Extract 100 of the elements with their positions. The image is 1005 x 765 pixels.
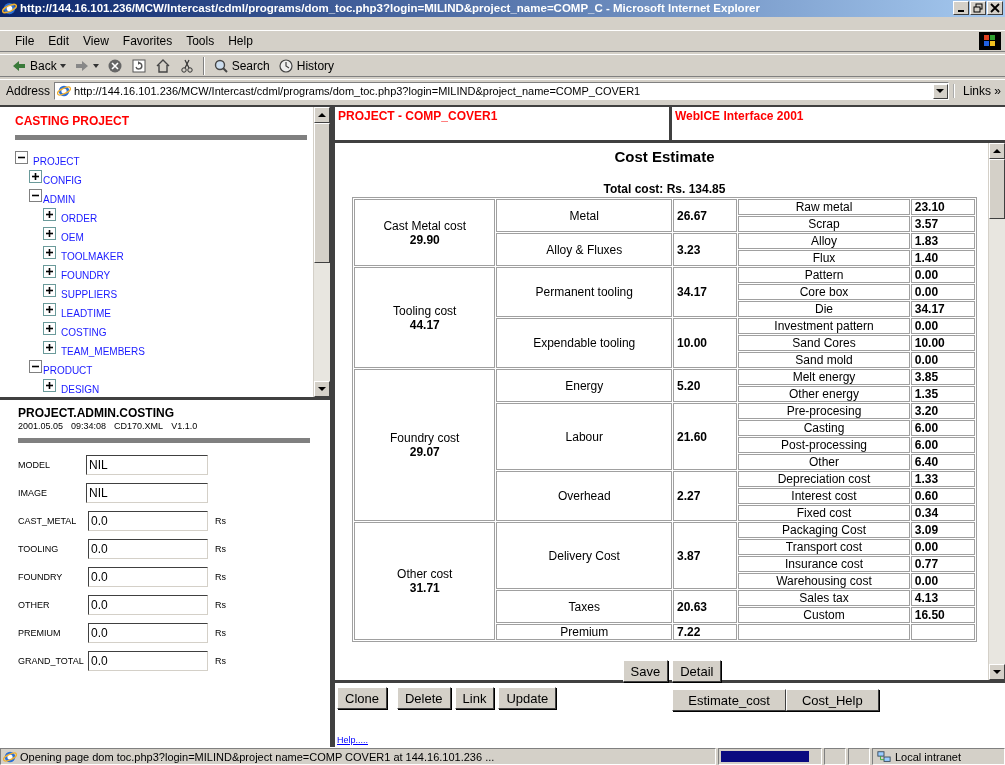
table-cell: 3.85: [910, 369, 975, 386]
tree-item[interactable]: SUPPLIERS: [61, 289, 118, 301]
table-cell: 0.00: [910, 352, 975, 369]
tree-item[interactable]: TEAM_MEMBERS: [61, 346, 145, 358]
action-button[interactable]: Update: [498, 687, 557, 710]
tree-item[interactable]: PROJECT: [33, 156, 80, 168]
table-cell: 10.00: [673, 318, 738, 369]
links-button[interactable]: Links »: [952, 84, 1005, 99]
table-cell: 0.00: [910, 318, 975, 335]
action-button[interactable]: Cost_Help: [786, 689, 879, 712]
table-cell: 3.23: [673, 233, 738, 267]
page-title: Cost Estimate: [613, 148, 716, 166]
input-field[interactable]: 0.0: [88, 651, 208, 672]
table-cell: Depreciation cost: [738, 471, 910, 488]
unit-label: Rs: [215, 600, 226, 611]
input-field[interactable]: 0.0: [88, 567, 208, 588]
table-cell: 0.77: [910, 556, 975, 573]
table-cell: 3.20: [910, 403, 975, 420]
table-cell: 6.40: [910, 454, 975, 471]
table-cell: 6.00: [910, 420, 975, 437]
unit-label: Rs: [215, 628, 226, 639]
table-cell: Overhead: [496, 471, 672, 522]
table-cell: 3.09: [910, 522, 975, 539]
app-title: WebICE Interface 2001: [675, 109, 804, 124]
menu-item[interactable]: Help: [221, 31, 260, 50]
group-name: Cast Metal cost: [382, 218, 468, 233]
meta-text: 09:34:08: [71, 421, 107, 432]
menu-item[interactable]: View: [76, 31, 116, 50]
meta-text: CD170.XML: [114, 421, 164, 432]
field-label: IMAGE: [18, 488, 48, 499]
unit-label: Rs: [215, 544, 226, 555]
table-cell: 6.00: [910, 437, 975, 454]
window-title: http://144.16.101.236/MCW/Intercast/cdml/programs/dom_toc.php3?login=MILIND&project_name=COMP_C - Microsoft Internet Explorer: [20, 2, 761, 15]
panel-title: CASTING PROJECT: [15, 114, 130, 129]
table-cell: Metal: [496, 199, 672, 233]
tree-item[interactable]: TOOLMAKER: [61, 251, 124, 263]
search-button[interactable]: Search: [209, 56, 273, 75]
action-button[interactable]: Estimate_cost: [672, 689, 786, 712]
menu-item[interactable]: Edit: [41, 31, 77, 50]
form-button[interactable]: Detail: [672, 660, 722, 683]
table-cell: 2.27: [673, 471, 738, 522]
back-button[interactable]: Back: [8, 56, 69, 75]
field-label: PREMIUM: [18, 628, 62, 639]
history-button[interactable]: History: [274, 56, 338, 75]
table-cell: Permanent tooling: [496, 267, 672, 318]
table-cell: Taxes: [496, 590, 672, 624]
table-cell: Custom: [738, 607, 910, 624]
tree-item[interactable]: FOUNDRY: [61, 270, 111, 282]
table-cell: Transport cost: [738, 539, 910, 556]
table-cell: 1.35: [910, 386, 975, 403]
unit-label: Rs: [215, 516, 226, 527]
table-cell: Melt energy: [738, 369, 910, 386]
tree-item[interactable]: COSTING: [61, 327, 107, 339]
tree-item[interactable]: ADMIN: [43, 194, 76, 206]
help-link[interactable]: Help.....: [337, 735, 368, 746]
table-cell: Casting: [738, 420, 910, 437]
unit-label: Rs: [215, 572, 226, 583]
input-field[interactable]: NIL: [86, 483, 208, 504]
address-label: Address: [6, 84, 51, 99]
table-cell: 0.00: [910, 539, 975, 556]
input-field[interactable]: NIL: [86, 455, 208, 476]
table-cell: 0.00: [910, 267, 975, 284]
input-field[interactable]: 0.0: [88, 623, 208, 644]
zone-text: Local intranet: [895, 750, 962, 763]
group-total: 31.71: [408, 581, 441, 596]
table-cell: Flux: [738, 250, 910, 267]
action-button[interactable]: Clone: [337, 687, 387, 710]
table-cell: Sand mold: [738, 352, 910, 369]
menu-item[interactable]: File: [8, 31, 42, 50]
table-cell: 0.00: [910, 284, 975, 301]
table-cell: Packaging Cost: [738, 522, 910, 539]
input-field[interactable]: 0.0: [88, 539, 208, 560]
tree-item[interactable]: OEM: [61, 232, 84, 244]
table-cell: Insurance cost: [738, 556, 910, 573]
table-cell: Raw metal: [738, 199, 910, 216]
tree-item[interactable]: DESIGN: [61, 384, 100, 396]
table-cell: Sand Cores: [738, 335, 910, 352]
form-button[interactable]: Save: [622, 660, 669, 683]
table-cell: 34.17: [910, 301, 975, 318]
field-label: FOUNDRY: [18, 572, 64, 583]
table-cell: 0.34: [910, 505, 975, 522]
field-label: MODEL: [18, 460, 51, 471]
menu-item[interactable]: Favorites: [115, 31, 180, 50]
input-field[interactable]: 0.0: [88, 595, 208, 616]
table-cell: Sales tax: [738, 590, 910, 607]
table-cell: Interest cost: [738, 488, 910, 505]
group-name: Tooling cost: [392, 303, 458, 318]
action-button[interactable]: Delete: [396, 687, 451, 710]
input-field[interactable]: 0.0: [88, 511, 208, 532]
unit-label: Rs: [215, 656, 226, 667]
group-name: Foundry cost: [389, 431, 461, 446]
tree-item[interactable]: CONFIG: [43, 175, 82, 187]
meta-text: 2001.05.05: [18, 421, 64, 432]
action-button[interactable]: Link: [454, 687, 495, 710]
tree-item[interactable]: LEADTIME: [61, 308, 111, 320]
menu-item[interactable]: Tools: [179, 31, 222, 50]
tree-item[interactable]: ORDER: [61, 213, 98, 225]
tree-item[interactable]: PRODUCT: [43, 365, 93, 377]
table-cell: Core box: [738, 284, 910, 301]
address-field[interactable]: http://144.16.101.236/MCW/Intercast/cdml/programs/dom_toc.php3?login=MILIND&project_name=COMP_COVER1: [54, 82, 949, 101]
